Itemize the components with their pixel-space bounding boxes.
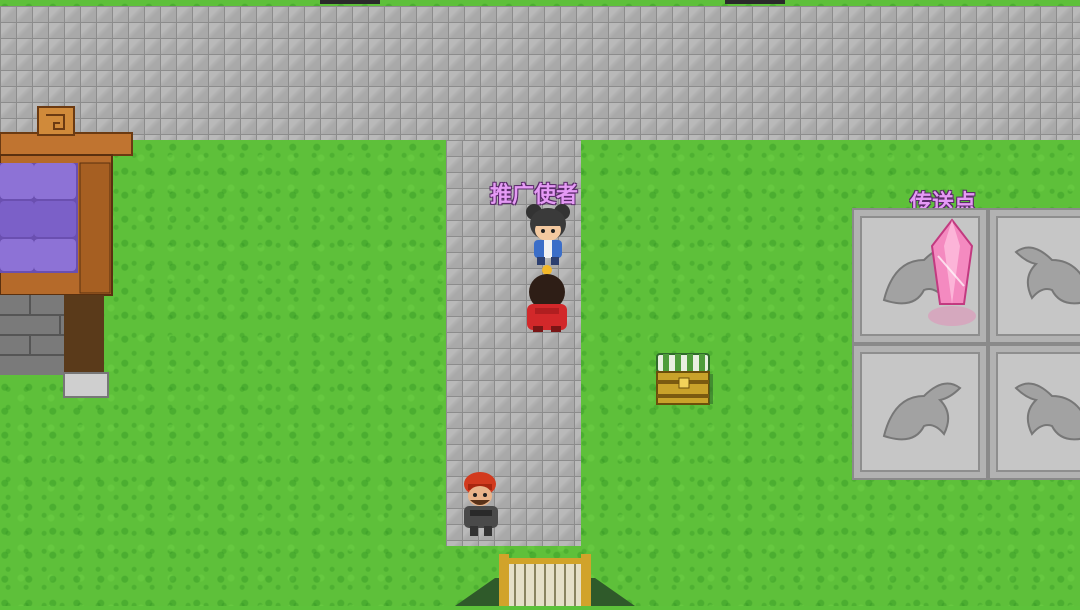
top-gate-post-left <box>320 0 380 4</box>
player-character[interactable] <box>521 264 573 334</box>
stone-road-horizontal <box>0 6 1080 140</box>
teleport-crystal-icon[interactable] <box>924 216 980 328</box>
top-gate-post-right <box>725 0 785 4</box>
teleport-tile <box>988 208 1080 344</box>
house <box>0 105 135 405</box>
bottom-gate <box>455 548 635 606</box>
npc-guard[interactable] <box>456 470 506 538</box>
teleport-tile <box>988 344 1080 480</box>
treasure-chest[interactable] <box>655 352 713 407</box>
npc-promoter[interactable] <box>522 202 574 266</box>
teleport-tile <box>852 344 988 480</box>
